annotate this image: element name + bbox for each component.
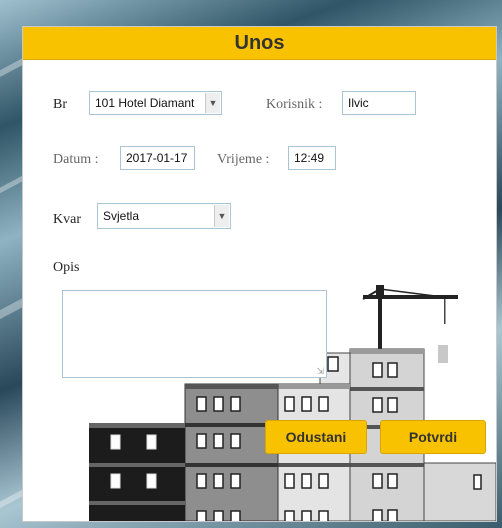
datum-input[interactable]: 2017-01-17 xyxy=(120,146,195,170)
chevron-down-icon[interactable]: ▼ xyxy=(205,93,220,113)
confirm-button[interactable]: Potvrdi xyxy=(380,420,486,454)
korisnik-input[interactable]: Ilvic xyxy=(342,91,416,115)
br-select-value: 101 Hotel Diamant xyxy=(95,96,195,110)
resize-grip-icon[interactable]: ⇲ xyxy=(316,367,324,376)
br-select[interactable]: 101 Hotel Diamant ▼ xyxy=(89,91,222,115)
chevron-down-icon[interactable]: ▼ xyxy=(214,205,229,227)
opis-label: Opis xyxy=(53,260,80,275)
vrijeme-input[interactable]: 12:49 xyxy=(288,146,336,170)
datum-label: Datum : xyxy=(53,152,99,167)
cancel-button[interactable]: Odustani xyxy=(265,420,367,454)
br-label: Br xyxy=(53,97,67,112)
entry-dialog: Unos Br 101 Hotel Diamant ▼ Korisnik : I… xyxy=(22,26,497,522)
vrijeme-label: Vrijeme : xyxy=(217,152,270,167)
kvar-label: Kvar xyxy=(53,212,81,227)
kvar-select-value: Svjetla xyxy=(103,209,140,223)
dialog-title: Unos xyxy=(23,27,496,60)
opis-textarea[interactable]: ⇲ xyxy=(62,290,327,378)
kvar-select[interactable]: Svjetla ▼ xyxy=(97,203,231,229)
korisnik-label: Korisnik : xyxy=(266,97,323,112)
